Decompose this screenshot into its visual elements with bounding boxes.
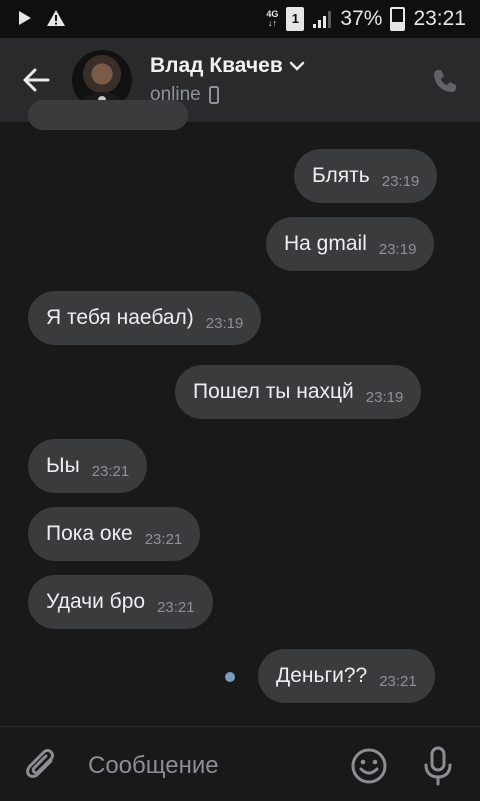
clock: 23:21 bbox=[413, 7, 466, 30]
message-bubble[interactable]: Деньги?? 23:21 bbox=[258, 649, 435, 703]
back-arrow-icon[interactable] bbox=[18, 62, 54, 98]
play-notification-icon bbox=[19, 11, 31, 25]
mobile-device-icon bbox=[208, 86, 219, 104]
message-input[interactable] bbox=[86, 747, 340, 785]
warning-icon bbox=[47, 10, 65, 26]
message-bubble[interactable]: Пошел ты нахцй 23:19 bbox=[175, 365, 422, 419]
message-time: 23:19 bbox=[205, 314, 244, 332]
message-bubble[interactable]: Пока оке 23:21 bbox=[28, 507, 201, 561]
message-time: 23:19 bbox=[365, 388, 404, 406]
chevron-down-icon bbox=[289, 61, 304, 71]
message-time: 23:19 bbox=[381, 172, 420, 190]
message-time: 23:21 bbox=[157, 598, 195, 616]
message-time: 23:21 bbox=[144, 530, 183, 548]
message-bubble-partial bbox=[28, 100, 188, 130]
message-bubble[interactable]: Я тебя наебал) 23:19 bbox=[28, 291, 262, 345]
battery-icon bbox=[390, 7, 406, 31]
message-time: 23:21 bbox=[379, 672, 417, 690]
signal-icon bbox=[313, 11, 332, 28]
battery-percent: 37% bbox=[340, 7, 383, 30]
message-time: 23:19 bbox=[378, 240, 417, 258]
contact-title[interactable]: Влад Квачев online bbox=[150, 54, 305, 106]
unread-indicator bbox=[225, 672, 235, 682]
emoji-icon[interactable] bbox=[350, 747, 388, 785]
call-icon[interactable] bbox=[430, 66, 460, 96]
message-bubble[interactable]: Удачи бро 23:21 bbox=[28, 575, 213, 629]
status-bar: 4G ↓↑ 1 37% 23:21 bbox=[0, 0, 480, 38]
network-type-indicator: 4G ↓↑ bbox=[266, 9, 279, 28]
composer-bar bbox=[0, 726, 480, 801]
sim-indicator: 1 bbox=[286, 7, 305, 31]
message-bubble[interactable]: На gmail 23:19 bbox=[266, 217, 435, 271]
contact-name: Влад Квачев bbox=[150, 54, 283, 77]
paperclip-icon[interactable] bbox=[24, 745, 60, 785]
message-bubble[interactable]: Ыы 23:21 bbox=[28, 439, 148, 493]
message-bubble[interactable]: Блять 23:19 bbox=[294, 149, 438, 203]
message-time: 23:21 bbox=[91, 462, 130, 480]
microphone-icon[interactable] bbox=[420, 745, 456, 787]
